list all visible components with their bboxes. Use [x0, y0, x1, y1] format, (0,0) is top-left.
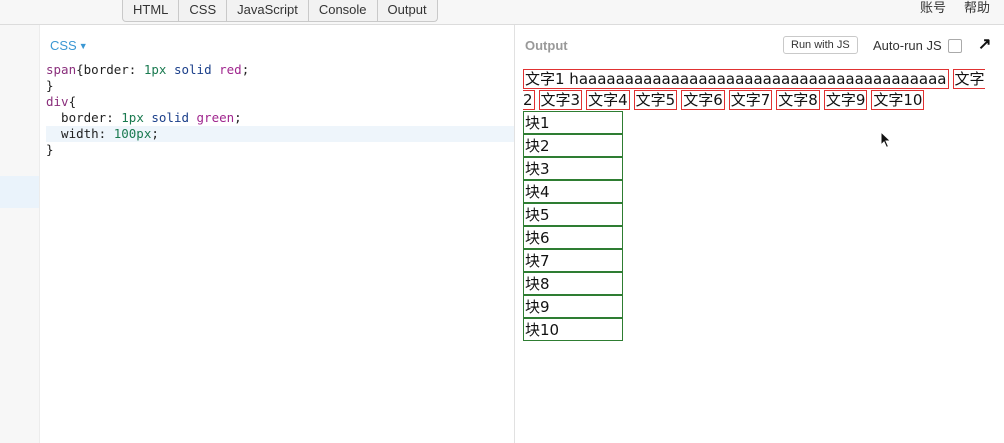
code-line-active: width: 100px;: [46, 126, 514, 142]
code-token: {: [68, 94, 77, 109]
tab-html[interactable]: HTML: [123, 0, 180, 21]
span-item: 文字4: [586, 90, 630, 110]
code-line: }: [46, 142, 514, 158]
span-item: 文字3: [538, 90, 583, 110]
css-editor-pane[interactable]: CSS ▼ span{border: 1px solid red; } div{ …: [0, 25, 515, 443]
tab-console[interactable]: Console: [309, 0, 378, 21]
line-gutter: [0, 25, 40, 443]
code-token: width:: [46, 126, 114, 141]
block-item: 块4: [523, 180, 623, 203]
help-link[interactable]: 帮助: [964, 0, 990, 16]
block-item: 块2: [523, 134, 623, 157]
code-line: border: 1px solid green;: [46, 110, 514, 126]
output-label: Output: [525, 38, 568, 53]
code-token: }: [46, 142, 54, 157]
inline-span-flow: 文字1 haaaaaaaaaaaaaaaaaaaaaaaaaaaaaaaaaaa…: [523, 69, 993, 111]
block-item: 块9: [523, 295, 623, 318]
code-token: 1px: [143, 62, 167, 77]
code-line: div{: [46, 94, 514, 110]
span-item: 文字5: [633, 90, 678, 110]
code-token: solid: [166, 62, 220, 77]
code-token: green: [196, 110, 235, 125]
block-item: 块7: [523, 249, 623, 272]
block-item: 块10: [523, 318, 623, 341]
code-area[interactable]: span{border: 1px solid red; } div{ borde…: [46, 62, 514, 158]
tab-output[interactable]: Output: [378, 0, 437, 21]
code-token: span: [46, 62, 77, 77]
span-item: 文字1 haaaaaaaaaaaaaaaaaaaaaaaaaaaaaaaaaaa…: [523, 69, 949, 89]
expand-icon[interactable]: ↗: [978, 34, 991, 54]
block-item: 块8: [523, 272, 623, 295]
code-token: ;: [151, 126, 159, 141]
block-item: 块3: [523, 157, 623, 180]
panel-tabs: HTML CSS JavaScript Console Output: [122, 0, 438, 22]
code-token: border:: [46, 110, 122, 125]
code-token: }: [46, 78, 54, 93]
account-link[interactable]: 账号: [920, 0, 946, 16]
tab-css[interactable]: CSS: [179, 0, 228, 21]
code-token: 100px: [113, 126, 152, 141]
rendered-result: 文字1 haaaaaaaaaaaaaaaaaaaaaaaaaaaaaaaaaaa…: [523, 69, 993, 341]
code-token: ;: [234, 110, 242, 125]
autorun-checkbox[interactable]: [948, 39, 962, 53]
chevron-down-icon: ▼: [78, 41, 88, 51]
run-with-js-button[interactable]: Run with JS: [783, 36, 858, 54]
span-item: 文字6: [681, 90, 725, 110]
code-token: border:: [83, 62, 144, 77]
code-line: }: [46, 78, 514, 94]
code-token: div: [46, 94, 69, 109]
span-item: 文字9: [823, 90, 868, 110]
language-select[interactable]: CSS ▼: [50, 38, 88, 53]
code-token: solid: [143, 110, 197, 125]
block-item: 块1: [523, 111, 623, 134]
autorun-label: Auto-run JS: [873, 38, 942, 53]
span-item: 文字10: [871, 90, 925, 110]
code-line: span{border: 1px solid red;: [46, 62, 514, 78]
mouse-cursor-icon: [880, 131, 892, 149]
top-bar: HTML CSS JavaScript Console Output 账号 帮助: [0, 0, 1004, 25]
code-token: ;: [241, 62, 250, 77]
gutter-highlight: [0, 176, 39, 208]
span-item: 文字8: [776, 90, 820, 110]
output-pane: Output Run with JS Auto-run JS ↗ 文字1 haa…: [515, 25, 1004, 443]
code-token: {: [76, 62, 84, 77]
code-token: 1px: [121, 110, 144, 125]
block-item: 块6: [523, 226, 623, 249]
span-item: 文字7: [728, 90, 773, 110]
language-label: CSS: [50, 38, 77, 53]
code-token: red: [219, 62, 242, 77]
account-links: 账号 帮助: [920, 0, 990, 16]
block-item: 块5: [523, 203, 623, 226]
tab-javascript[interactable]: JavaScript: [227, 0, 309, 21]
